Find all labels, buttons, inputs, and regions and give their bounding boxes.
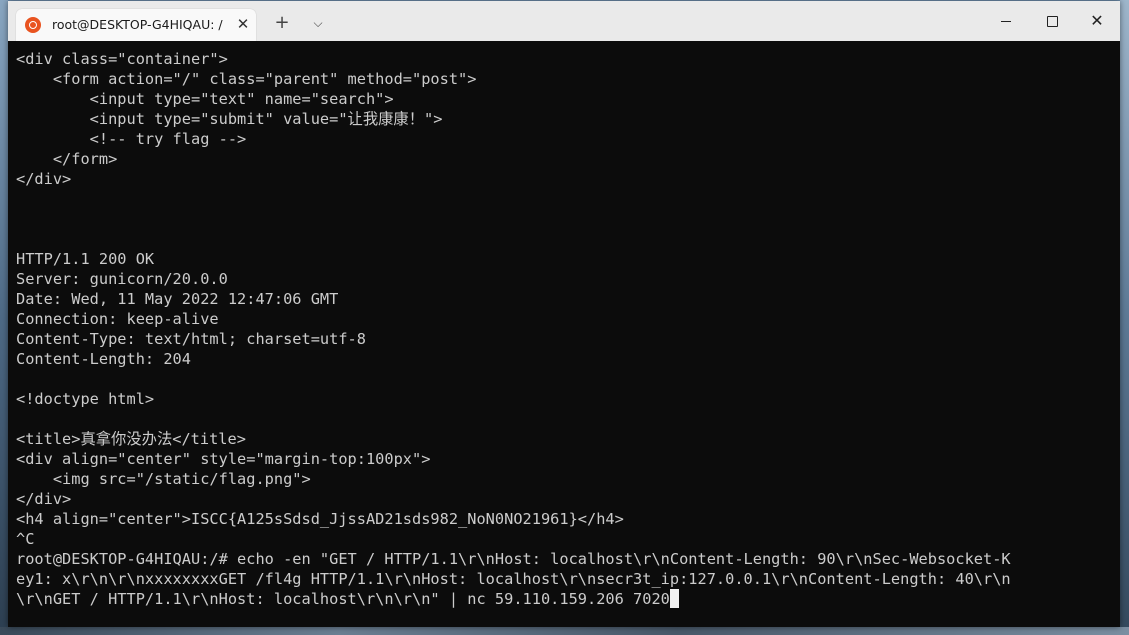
terminal-output[interactable]: <div class="container"> <form action="/"… <box>8 41 1120 627</box>
terminal-line: Date: Wed, 11 May 2022 12:47:06 GMT <box>16 290 339 308</box>
new-tab-button[interactable]: + <box>268 9 296 37</box>
plus-icon: + <box>274 12 290 33</box>
terminal-line: <input type="submit" value="让我康康！"> <box>16 110 443 128</box>
minimize-button[interactable] <box>983 1 1029 41</box>
tab-close-icon[interactable]: ✕ <box>234 15 252 33</box>
terminal-line: ^C <box>16 530 35 548</box>
terminal-window: root@DESKTOP-G4HIQAU: / ✕ + ⌵ ✕ <div cla… <box>8 1 1120 627</box>
terminal-cursor <box>669 589 679 608</box>
terminal-line: Content-Type: text/html; charset=utf-8 <box>16 330 366 348</box>
tab-dropdown-button[interactable]: ⌵ <box>304 9 332 37</box>
terminal-line: Content-Length: 204 <box>16 350 191 368</box>
terminal-line: <div align="center" style="margin-top:10… <box>16 450 431 468</box>
terminal-line: Connection: keep-alive <box>16 310 219 328</box>
terminal-line: Server: gunicorn/20.0.0 <box>16 270 228 288</box>
chevron-down-icon: ⌵ <box>313 16 323 30</box>
terminal-line: <img src="/static/flag.png"> <box>16 470 311 488</box>
desktop-wallpaper-bottom <box>0 627 1129 635</box>
terminal-line: <!-- try flag --> <box>16 130 247 148</box>
ubuntu-icon <box>25 17 41 33</box>
terminal-line: <title>真拿你没办法</title> <box>16 430 246 448</box>
terminal-line: <form action="/" class="parent" method="… <box>16 70 477 88</box>
title-bar[interactable]: root@DESKTOP-G4HIQAU: / ✕ + ⌵ ✕ <box>8 1 1120 41</box>
minimize-icon <box>1001 20 1011 22</box>
terminal-line: </div> <box>16 490 72 508</box>
terminal-command-text: \r\nGET / HTTP/1.1\r\nHost: localhost\r\… <box>16 590 670 608</box>
terminal-command-line[interactable]: \r\nGET / HTTP/1.1\r\nHost: localhost\r\… <box>16 589 679 609</box>
close-button[interactable]: ✕ <box>1074 1 1120 41</box>
terminal-line: <h4 align="center">ISCC{A125sSdsd_JjssAD… <box>16 510 624 528</box>
terminal-line: </div> <box>16 170 72 188</box>
terminal-line: HTTP/1.1 200 OK <box>16 250 155 268</box>
terminal-line: <div class="container"> <box>16 50 228 68</box>
desktop-wallpaper-right <box>1120 0 1129 635</box>
desktop-wallpaper-left <box>0 0 8 635</box>
terminal-command-line: root@DESKTOP-G4HIQAU:/# echo -en "GET / … <box>16 550 1011 568</box>
tab-title: root@DESKTOP-G4HIQAU: / <box>52 17 223 32</box>
maximize-button[interactable] <box>1029 1 1075 41</box>
terminal-line: <input type="text" name="search"> <box>16 90 394 108</box>
close-icon: ✕ <box>1090 11 1104 30</box>
terminal-line: </form> <box>16 150 118 168</box>
terminal-line: <!doctype html> <box>16 390 155 408</box>
maximize-icon <box>1046 15 1058 27</box>
terminal-command-line: ey1: x\r\n\r\nxxxxxxxxGET /fl4g HTTP/1.1… <box>16 570 1011 588</box>
tab-terminal[interactable]: root@DESKTOP-G4HIQAU: / ✕ <box>16 9 256 41</box>
